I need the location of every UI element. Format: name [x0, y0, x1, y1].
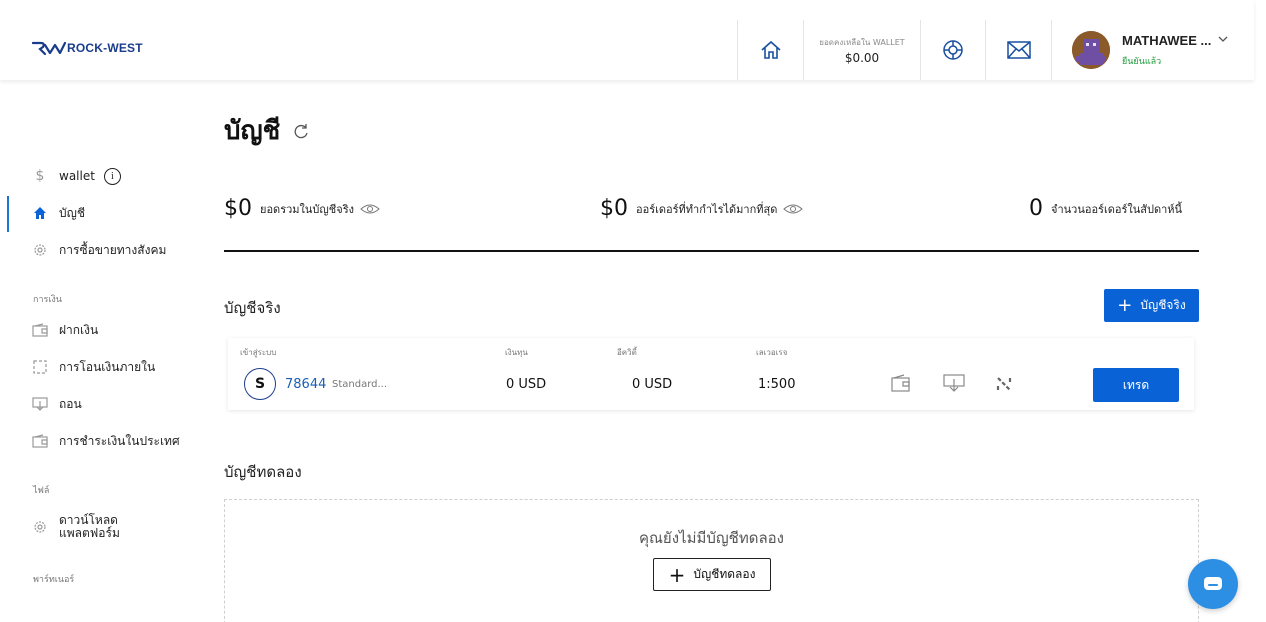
stat-total-real-balance: $0 ยอดรวมในบัญชีจริง [224, 196, 380, 221]
column-header-balance: เงินทุน [505, 348, 528, 357]
add-real-account-label: บัญชีจริง [1140, 298, 1186, 312]
dollar-icon: $ [35, 168, 45, 184]
logo-mark-icon [32, 41, 66, 56]
chat-icon [1204, 577, 1222, 590]
transfer-icon[interactable] [994, 374, 1014, 394]
gear-icon [32, 242, 48, 258]
info-icon[interactable]: i [103, 167, 121, 185]
plus-icon: + [1117, 294, 1133, 316]
wallet-icon [32, 322, 48, 338]
sidebar-item-internal-transfer[interactable]: การโอนเงินภายใน [0, 352, 200, 382]
avatar-pixel-icon [1072, 31, 1110, 69]
support-button[interactable] [920, 20, 985, 80]
chevron-down-icon[interactable] [1218, 36, 1228, 42]
live-chat-button[interactable] [1188, 559, 1238, 609]
column-header-equity: อีควิตี้ [617, 348, 637, 357]
wallet-balance-label: ยอดคงเหลือใน WALLET [819, 37, 905, 47]
sidebar-item-label: การชำระเงินในประเทศ [59, 433, 180, 448]
column-header-login: เข้าสู่ระบบ [240, 348, 277, 357]
sidebar-item-label: ถอน [59, 396, 82, 411]
verification-status: ยืนยันแล้ว [1122, 56, 1162, 67]
withdraw-icon[interactable] [943, 374, 965, 392]
user-name: MATHAWEE ... [1122, 32, 1212, 48]
demo-empty-message: คุณยังไม่มีบัญชีทดลอง [638, 529, 785, 547]
sidebar-section-partner: พาร์ทเนอร์ [33, 575, 75, 585]
top-header: ROCK-WEST ยอดคงเหลือใน WALLET $0.00 MATH… [0, 0, 1254, 80]
account-login-link[interactable]: 78644 [285, 377, 326, 392]
plus-icon: + [668, 562, 686, 587]
sidebar-item-label: การโอนเงินภายใน [59, 359, 156, 374]
logo-text: ROCK-WEST [67, 41, 143, 55]
add-demo-account-label: บัญชีทดลอง [693, 567, 756, 581]
demo-accounts-panel: คุณยังไม่มีบัญชีทดลอง + บัญชีทดลอง [224, 499, 1199, 622]
home-icon [32, 205, 48, 221]
wallet-balance-value: $0.00 [844, 50, 880, 65]
sidebar-item-label: บัญชี [59, 205, 85, 220]
stat-orders-this-week: 0 จำนวนออร์เดอร์ในสัปดาห์นี้ [1029, 196, 1182, 221]
user-menu[interactable]: MATHAWEE ... ยืนยันแล้ว [1051, 20, 1254, 80]
stat-label: ออร์เดอร์ที่ทำกำไรได้มากที่สุด [636, 202, 778, 216]
wallet-icon [32, 433, 48, 449]
stat-label: ยอดรวมในบัญชีจริง [260, 202, 354, 216]
add-real-account-button[interactable]: + บัญชีจริง [1104, 289, 1199, 322]
account-equity: 0 USD [632, 377, 673, 392]
sidebar-item-label: แพลตฟอร์ม [59, 526, 120, 540]
demo-accounts-title: บัญชีทดลอง [224, 463, 302, 481]
page-title: บัญชี [224, 110, 310, 151]
sidebar-item-local-payment[interactable]: การชำระเงินในประเทศ [0, 426, 200, 456]
withdraw-icon [32, 396, 48, 412]
transfer-icon [32, 359, 48, 375]
sidebar-item-accounts[interactable]: บัญชี [0, 198, 200, 228]
add-demo-account-button[interactable]: + บัญชีทดลอง [653, 558, 771, 591]
column-header-leverage: เลเวอเรจ [756, 348, 788, 357]
account-type-badge: S [244, 368, 276, 400]
trade-button[interactable]: เทรด [1093, 368, 1179, 402]
sidebar-item-download-platform[interactable]: ดาวน์โหลด แพลตฟอร์ม [0, 510, 200, 544]
account-leverage: 1:500 [758, 377, 796, 392]
account-row: เข้าสู่ระบบ เงินทุน อีควิตี้ เลเวอเรจ S … [228, 338, 1194, 410]
support-icon [943, 40, 963, 60]
stat-value: $0 [224, 196, 252, 221]
stat-label: จำนวนออร์เดอร์ในสัปดาห์นี้ [1051, 202, 1183, 216]
messages-button[interactable] [985, 20, 1051, 80]
wallet-balance-widget[interactable]: ยอดคงเหลือใน WALLET $0.00 [803, 20, 920, 80]
sidebar-item-social-trading[interactable]: การซื้อขายทางสังคม [0, 235, 200, 265]
eye-icon[interactable] [360, 203, 380, 215]
real-accounts-title: บัญชีจริง [224, 299, 281, 317]
page-title-text: บัญชี [224, 116, 281, 146]
stat-most-profitable-order: $0 ออร์เดอร์ที่ทำกำไรได้มากที่สุด [600, 196, 804, 221]
sidebar-section-finance: การเงิน [33, 295, 62, 305]
gear-icon [32, 519, 48, 535]
brand-logo[interactable]: ROCK-WEST [32, 40, 143, 56]
stats-divider [224, 250, 1199, 252]
eye-icon[interactable] [783, 203, 804, 215]
sidebar-item-label: การซื้อขายทางสังคม [59, 242, 167, 257]
sidebar-item-withdraw[interactable]: ถอน [0, 389, 200, 419]
sidebar-item-deposit[interactable]: ฝากเงิน [0, 315, 200, 345]
home-button[interactable] [737, 20, 803, 80]
deposit-wallet-icon[interactable] [891, 374, 911, 392]
stat-value: $0 [600, 196, 628, 221]
sidebar-item-label: ฝากเงิน [59, 322, 99, 337]
stat-value: 0 [1029, 196, 1043, 221]
mail-icon [1006, 41, 1031, 59]
account-type-label: Standard... [332, 379, 388, 390]
sidebar-section-files: ไฟล์ [33, 486, 50, 496]
home-icon [760, 40, 781, 59]
avatar [1072, 31, 1110, 69]
account-balance: 0 USD [506, 377, 547, 392]
sidebar-item-label: wallet [59, 169, 95, 183]
refresh-icon[interactable] [292, 122, 310, 140]
sidebar-item-wallet[interactable]: $ wallet i [0, 161, 200, 191]
